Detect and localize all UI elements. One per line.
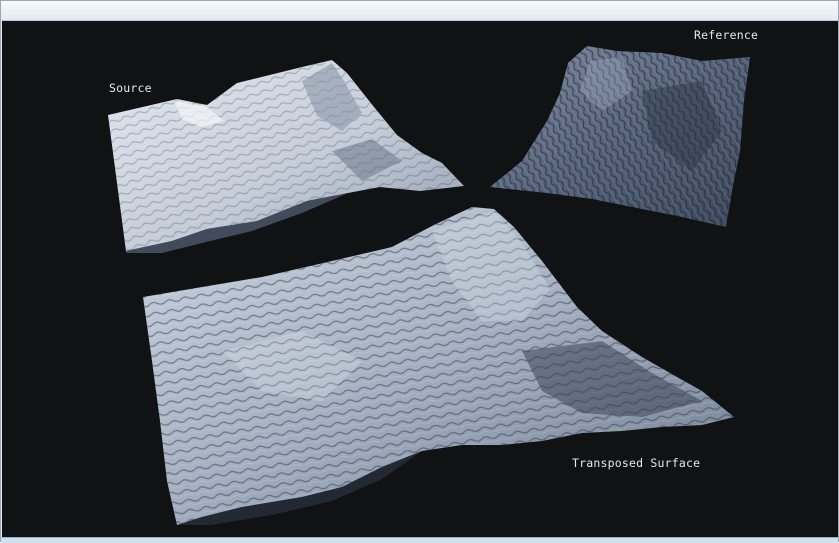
reference-label: Reference <box>694 28 759 42</box>
source-label: Source <box>109 81 152 95</box>
source-terrain <box>108 60 464 253</box>
app-window: Source Reference Transposed Surface <box>0 0 839 543</box>
reference-terrain <box>490 46 750 227</box>
status-bar <box>1 537 838 543</box>
title-bar <box>1 1 838 21</box>
transposed-surface-label: Transposed Surface <box>572 456 701 470</box>
transposed-terrain <box>143 207 734 525</box>
terrain-scene <box>108 46 750 525</box>
render-viewport[interactable]: Source Reference Transposed Surface <box>2 21 838 537</box>
